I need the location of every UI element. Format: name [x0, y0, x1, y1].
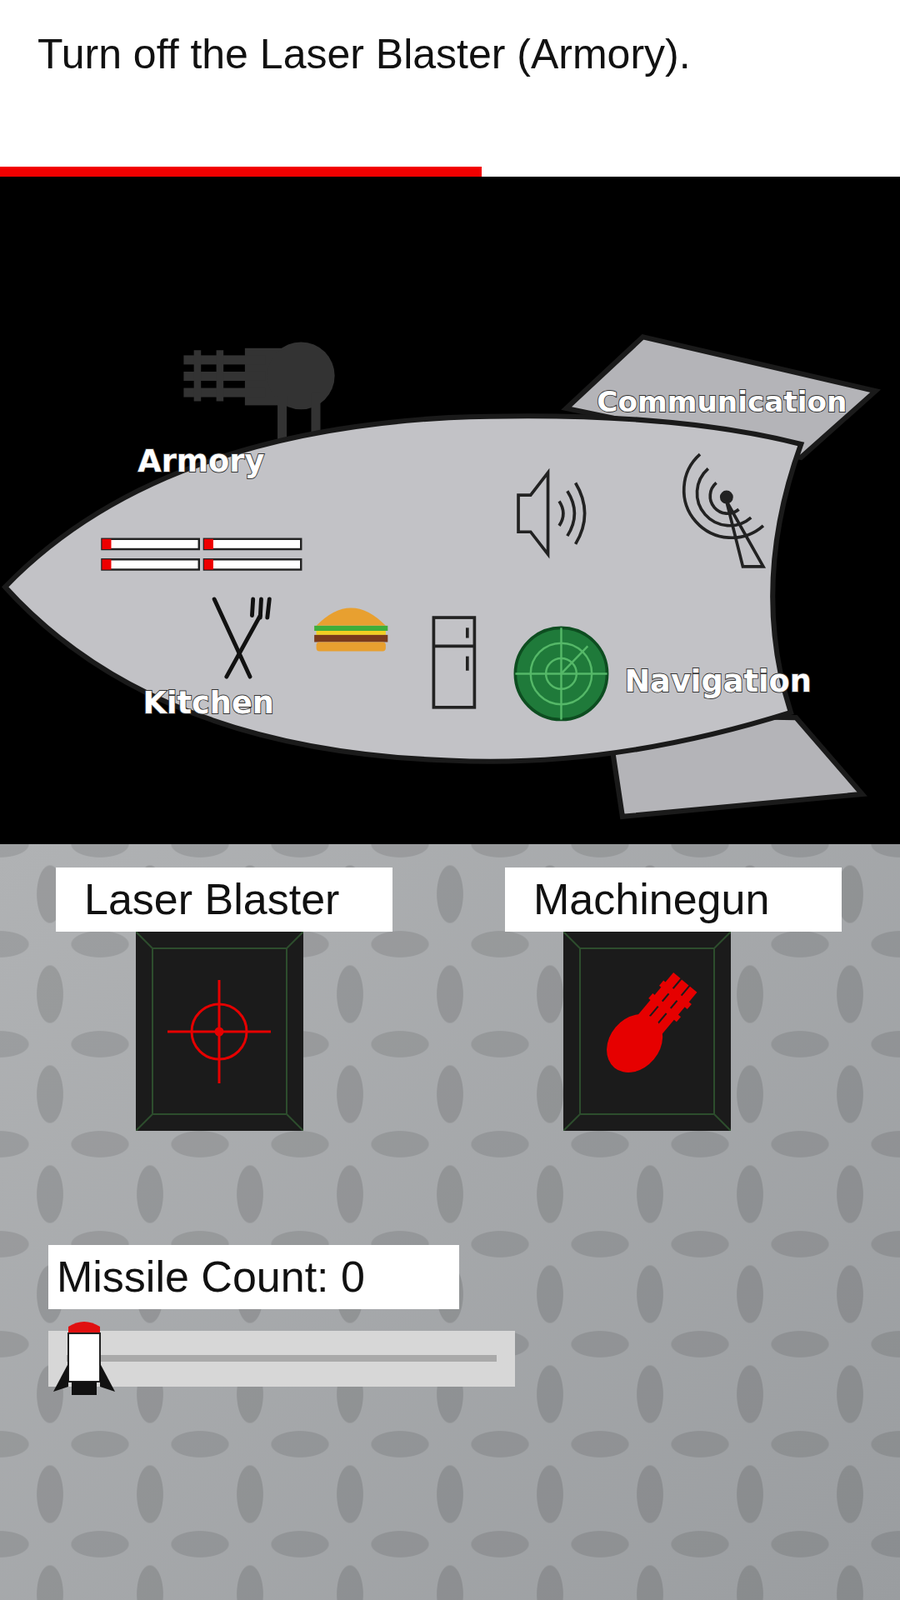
slider-groove — [66, 1355, 497, 1362]
missile-slider-control: Missile Count: 0 — [48, 1245, 900, 1402]
ship-diagram: Armory Communication Kitchen Navigation — [0, 176, 900, 845]
toggle-button[interactable] — [563, 931, 731, 1131]
instruction-text: Turn off the Laser Blaster (Armory). — [37, 28, 867, 80]
missile-slider[interactable] — [48, 1315, 515, 1402]
slider-track — [48, 1330, 515, 1387]
bevel-frame-icon — [135, 931, 304, 1131]
toggle-row: Laser Blaster Machinegun — [48, 867, 900, 1131]
room-label: Armory — [137, 443, 265, 480]
ship-hull — [5, 415, 801, 762]
timer-fill — [0, 166, 482, 177]
missile-thumb-icon[interactable] — [48, 1315, 120, 1402]
toggle-control: Machinegun — [505, 867, 842, 1131]
toggle-label: Machinegun — [505, 867, 842, 932]
speaker-icon — [518, 472, 585, 555]
room-label: Kitchen — [142, 685, 275, 721]
crosshair-icon — [167, 980, 271, 1084]
room-label: Navigation — [624, 663, 812, 700]
room-label: Communication — [596, 385, 847, 419]
fridge-icon — [433, 617, 475, 708]
game-screen: Turn off the Laser Blaster (Armory). Armo… — [0, 0, 900, 1600]
control-panel: Laser Blaster Machinegun Missile Count: 0 — [0, 844, 900, 1600]
burger-icon — [314, 607, 388, 651]
toggle-label: Laser Blaster — [55, 867, 393, 932]
toggle-button[interactable] — [135, 931, 304, 1131]
bevel-frame-icon — [563, 931, 731, 1131]
timer-bar — [0, 166, 900, 177]
machinegun-icon — [595, 966, 705, 1084]
satellite-dish-icon — [684, 454, 764, 567]
missiles-icon — [101, 539, 301, 570]
fork-knife-icon — [214, 599, 270, 677]
ship-map: Armory Communication Kitchen Navigation — [0, 176, 900, 845]
instruction-header: Turn off the Laser Blaster (Armory). — [0, 0, 900, 167]
slider-label: Missile Count: 0 — [48, 1245, 460, 1310]
toggle-control: Laser Blaster — [55, 867, 393, 1131]
radar-icon — [515, 627, 607, 720]
